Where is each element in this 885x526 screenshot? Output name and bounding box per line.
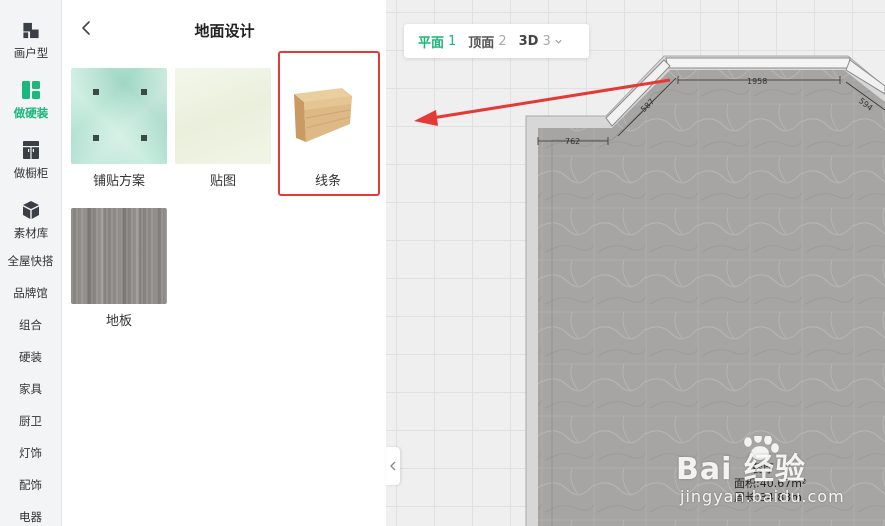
cube-icon (23, 201, 39, 219)
tab-shortcut: 1 (448, 33, 457, 49)
dimension-label: 762 (565, 137, 581, 146)
rail-item-materials[interactable]: 素材库 (0, 180, 62, 240)
tab-plan-view[interactable]: 平面 1 (413, 29, 461, 53)
tile-label: 贴图 (209, 174, 236, 189)
rail-sub-item[interactable]: 品牌馆 (0, 277, 61, 309)
material-tile-molding[interactable]: 线条 (280, 68, 376, 189)
tab-label: 3D (518, 33, 539, 49)
material-tile-paving-plan[interactable]: 铺贴方案 (71, 68, 167, 189)
floor-design-panel: 地面设计 铺贴方案 贴图 线条 地板 (63, 0, 386, 526)
hardcover-icon (22, 81, 40, 99)
panel-collapse-handle[interactable] (386, 447, 400, 485)
chevron-down-icon (555, 39, 562, 44)
rail-sub-item[interactable]: 厨卫 (0, 405, 61, 437)
rail-sub-item[interactable]: 硬装 (0, 341, 61, 373)
watermark-brand: Bai 经验 (676, 452, 806, 487)
tile-joint-marker (93, 135, 99, 141)
tab-shortcut: 2 (498, 33, 507, 49)
rail-item-label: 画户型 (13, 46, 49, 60)
rail-sub-item[interactable]: 配饰 (0, 469, 61, 501)
paving-plan-thumbnail (71, 68, 167, 164)
rail-item-cabinet[interactable]: 做橱柜 (0, 120, 62, 180)
tile-joint-marker (141, 135, 147, 141)
watermark-url: jingyan.baidu.com (680, 487, 845, 506)
rail-divider (0, 242, 61, 243)
dimension-label: 1958 (747, 77, 768, 86)
rail-sub-item[interactable]: 全屋快搭 (0, 245, 61, 277)
tile-joint-marker (141, 89, 147, 95)
tab-ceiling-view[interactable]: 顶面 2 (463, 29, 511, 53)
material-tile-texture[interactable]: 贴图 (175, 68, 271, 189)
molding-thumbnail (280, 68, 376, 164)
material-tile-wood-floor[interactable]: 地板 (71, 208, 167, 329)
rail-item-label: 素材库 (13, 226, 49, 240)
rail-sub-item[interactable]: 电器 (0, 501, 61, 526)
tile-joint-marker (93, 89, 99, 95)
tile-label: 地板 (105, 314, 132, 329)
design-canvas[interactable]: 1958 587 594 762 餐厅 面积:40.67m² 周长:34.83m (386, 0, 885, 526)
view-mode-switcher: 平面 1 顶面 2 3D 3 (404, 24, 589, 58)
rail-item-label: 做橱柜 (13, 166, 49, 180)
rail-item-label: 做硬装 (13, 106, 49, 120)
rail-item-floorplan[interactable]: 画户型 (0, 0, 62, 60)
tab-shortcut: 3 (542, 33, 551, 49)
texture-thumbnail (175, 68, 271, 164)
tile-label: 铺贴方案 (92, 174, 145, 189)
left-nav-rail: 画户型 做硬装 做橱柜 素材库 全屋快搭 品牌馆 组合 硬装 家具 厨卫 灯饰 … (0, 0, 62, 526)
wood-floor-thumbnail (71, 208, 167, 304)
tab-3d-view[interactable]: 3D 3 (514, 29, 568, 53)
rail-sub-item[interactable]: 组合 (0, 309, 61, 341)
annotation-arrow-head (414, 110, 438, 126)
rail-item-hardcover[interactable]: 做硬装 (0, 60, 62, 120)
floor-plan-drawing (414, 55, 885, 526)
rail-sub-item[interactable]: 家具 (0, 373, 61, 405)
top-wall-molding (665, 57, 851, 69)
rail-sub-item[interactable]: 灯饰 (0, 437, 61, 469)
floorplan-icon (23, 22, 39, 39)
tile-label: 线条 (314, 174, 341, 189)
wood-molding-image (294, 88, 352, 142)
chevron-left-icon (390, 461, 396, 471)
panel-title: 地面设计 (194, 22, 255, 40)
tab-label: 平面 (418, 35, 445, 51)
tab-label: 顶面 (468, 35, 495, 51)
cabinet-icon (23, 141, 39, 159)
